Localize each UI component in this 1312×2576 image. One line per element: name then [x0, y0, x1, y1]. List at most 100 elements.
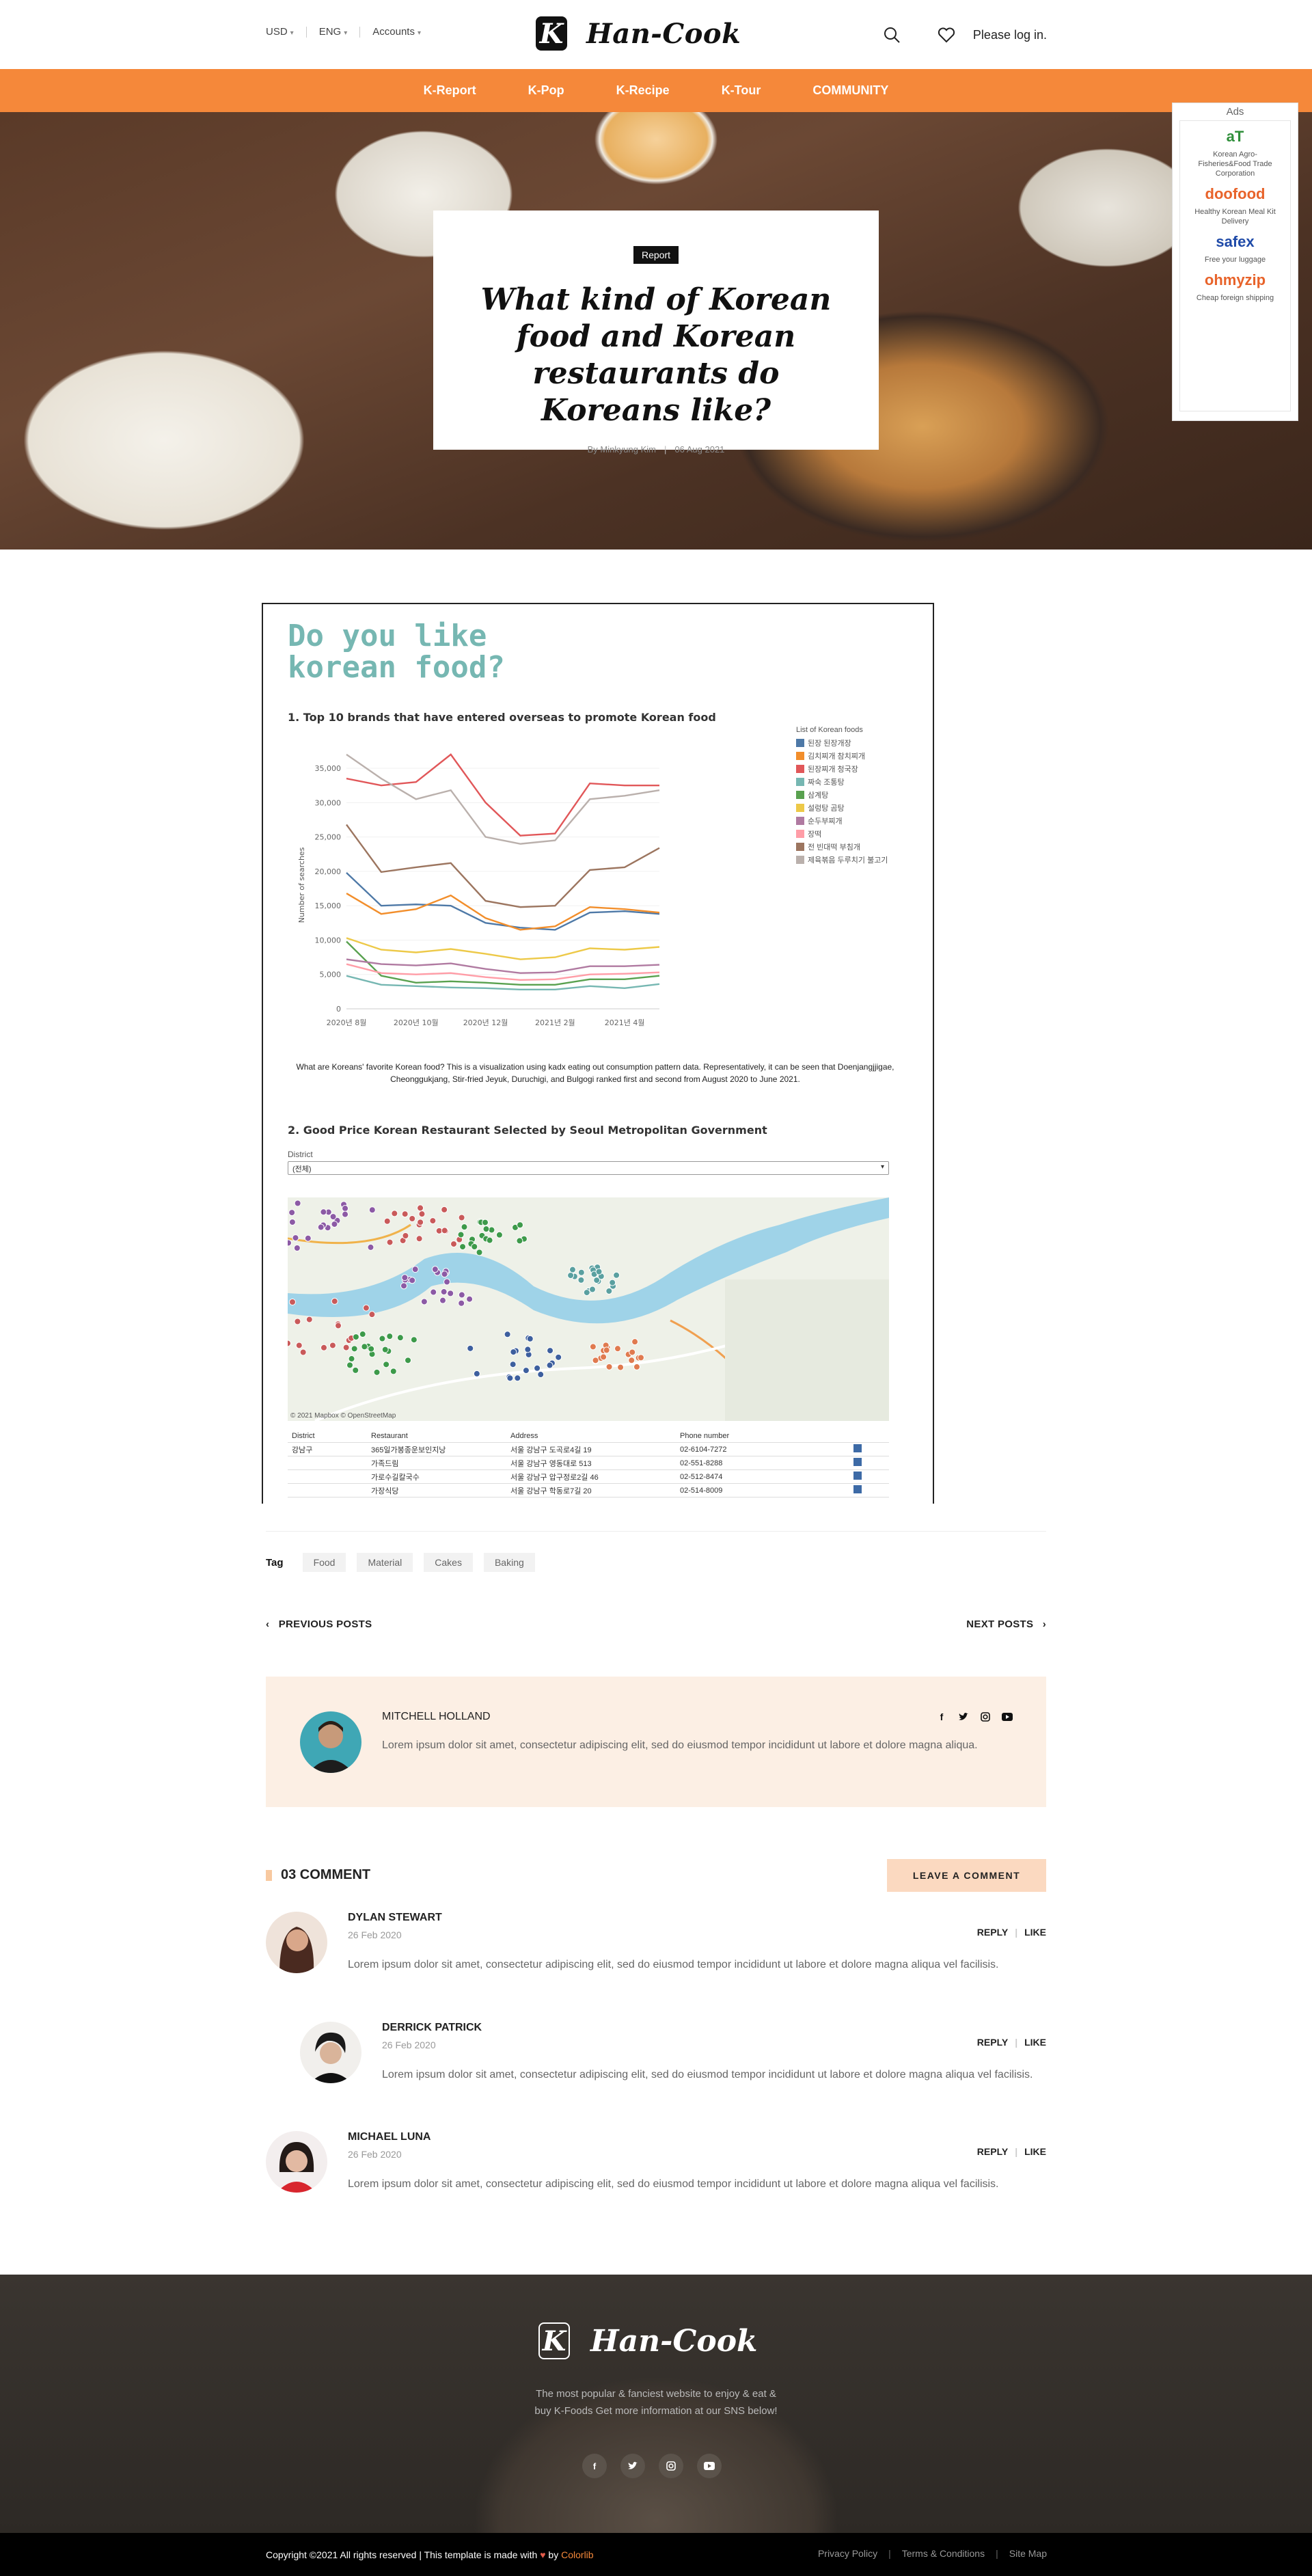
- x-tick-label: 2020년 8월: [327, 1018, 367, 1027]
- restaurant-marker: [569, 1266, 576, 1273]
- site-map-link[interactable]: Site Map: [1009, 2548, 1047, 2559]
- top-bar: USD ▾ ENG ▾ Accounts ▾ K Han-Cook Please lo…: [0, 0, 1312, 69]
- article-author: By Minkyung Kim: [587, 444, 656, 455]
- commenter-name: MICHAEL LUNA: [348, 2131, 431, 2143]
- reply-button[interactable]: REPLY: [977, 1927, 1008, 1938]
- series-line: [346, 753, 659, 837]
- restaurant-marker: [555, 1353, 562, 1361]
- like-button[interactable]: LIKE: [1024, 2146, 1046, 2157]
- restaurant-marker: [537, 1371, 545, 1379]
- restaurant-marker: [415, 1235, 423, 1243]
- colorlib-link[interactable]: Colorlib: [561, 2549, 593, 2560]
- nav-k-report[interactable]: K-Report: [398, 83, 502, 98]
- restaurant-marker: [637, 1354, 644, 1361]
- like-button[interactable]: LIKE: [1024, 2037, 1046, 2048]
- nav-k-recipe[interactable]: K-Recipe: [590, 83, 696, 98]
- tag-item[interactable]: Food: [302, 1553, 346, 1572]
- restaurant-marker: [588, 1286, 596, 1293]
- twitter-icon[interactable]: [620, 2454, 645, 2478]
- restaurant-marker: [342, 1205, 349, 1212]
- twitter-icon[interactable]: [957, 1711, 970, 1723]
- accounts-menu[interactable]: Accounts ▾: [372, 26, 421, 38]
- legend-item[interactable]: 된장찌개 청국장: [796, 762, 888, 775]
- terms-link[interactable]: Terms & Conditions: [902, 2548, 985, 2559]
- heart-icon[interactable]: [935, 23, 958, 46]
- tag-item[interactable]: Baking: [483, 1553, 535, 1572]
- legend-swatch: [796, 816, 804, 825]
- facebook-icon[interactable]: f: [935, 1711, 948, 1723]
- author-avatar: [300, 1711, 361, 1773]
- restaurant-marker: [329, 1213, 337, 1221]
- leave-comment-button[interactable]: LEAVE A COMMENT: [887, 1859, 1046, 1892]
- next-posts-link[interactable]: NEXT POSTS ›: [966, 1618, 1046, 1630]
- restaurant-marker: [458, 1214, 465, 1221]
- restaurant-marker: [334, 1322, 342, 1329]
- table-row[interactable]: 가로수길칼국수 서울 강남구 압구정로2길 46 02-512-8474: [288, 1470, 889, 1484]
- district-select[interactable]: (전체) ▾: [288, 1161, 889, 1175]
- nav-k-pop[interactable]: K-Pop: [502, 83, 590, 98]
- login-link[interactable]: Please log in.: [973, 28, 1047, 42]
- tag-item[interactable]: Material: [357, 1553, 413, 1572]
- ad-item[interactable]: ohmyzip Cheap foreign shipping: [1180, 265, 1290, 303]
- restaurant-marker: [342, 1210, 349, 1218]
- chevron-down-icon: ▾: [344, 29, 348, 37]
- site-logo[interactable]: K Han-Cook: [536, 16, 741, 51]
- legend-item[interactable]: 순두부찌개: [796, 814, 888, 827]
- restaurant-marker: [359, 1331, 366, 1338]
- ad-item[interactable]: safex Free your luggage: [1180, 226, 1290, 265]
- table-row[interactable]: 가족드림 서울 강남구 영동대로 513 02-551-8288: [288, 1456, 889, 1470]
- cell-address: 서울 강남구 영동대로 513: [510, 1459, 592, 1468]
- legend-item[interactable]: 된장 된장개장: [796, 736, 888, 749]
- previous-posts-link[interactable]: ‹ PREVIOUS POSTS: [266, 1618, 372, 1630]
- legend-label: 김치찌개 참치찌개: [808, 752, 866, 761]
- legend-item[interactable]: 김치찌개 참치찌개: [796, 749, 888, 762]
- restaurant-marker: [367, 1243, 374, 1251]
- legend-swatch: [796, 751, 804, 760]
- restaurant-marker: [577, 1269, 585, 1276]
- instagram-icon[interactable]: [659, 2454, 683, 2478]
- like-button[interactable]: LIKE: [1024, 1927, 1046, 1938]
- ad-item[interactable]: doofood Healthy Korean Meal Kit Delivery: [1180, 178, 1290, 226]
- instagram-icon[interactable]: [979, 1711, 992, 1723]
- restaurant-marker: [331, 1221, 338, 1228]
- chart-legend: List of Korean foods 된장 된장개장 김치찌개 참치찌개 된장찌…: [796, 726, 888, 866]
- tag-item[interactable]: Cakes: [424, 1553, 473, 1572]
- legend-item[interactable]: 삼계탕: [796, 788, 888, 801]
- language-select[interactable]: ENG ▾: [319, 26, 348, 38]
- nav-k-tour[interactable]: K-Tour: [696, 83, 787, 98]
- reply-button[interactable]: REPLY: [977, 2037, 1008, 2048]
- restaurant-marker: [458, 1299, 465, 1307]
- restaurant-map[interactable]: © 2021 Mapbox © OpenStreetMap: [288, 1197, 889, 1421]
- legend-item[interactable]: 제육볶음 두루치기 불고기: [796, 853, 888, 866]
- currency-select[interactable]: USD ▾: [266, 26, 294, 38]
- tableau-embed[interactable]: Do you like korean food? 1. Top 10 brands…: [262, 603, 934, 1504]
- footer-logo[interactable]: K Han-Cook: [538, 2322, 758, 2359]
- search-icon[interactable]: [880, 23, 903, 46]
- commenter-avatar: [266, 2131, 327, 2193]
- restaurant-marker: [628, 1357, 636, 1364]
- comment-date: 26 Feb 2020: [382, 2039, 436, 2050]
- table-row[interactable]: 강남구 365일가봉종운보인지낭 서울 강남구 도곡로4길 19 02-6104…: [288, 1443, 889, 1456]
- category-badge[interactable]: Report: [633, 246, 679, 264]
- legend-item[interactable]: 짜숙 조통탕: [796, 775, 888, 788]
- legend-item[interactable]: 설렁탕 곰탕: [796, 801, 888, 814]
- currency-label: USD: [266, 26, 288, 38]
- privacy-policy-link[interactable]: Privacy Policy: [818, 2548, 877, 2559]
- legend-item[interactable]: 전 빈대떡 부침개: [796, 840, 888, 853]
- facebook-icon[interactable]: f: [582, 2454, 607, 2478]
- restaurant-marker: [526, 1335, 534, 1342]
- restaurant-marker: [510, 1348, 517, 1356]
- reply-button[interactable]: REPLY: [977, 2146, 1008, 2157]
- legend-item[interactable]: 장떡: [796, 827, 888, 840]
- youtube-icon[interactable]: [697, 2454, 722, 2478]
- restaurant-marker: [317, 1223, 325, 1231]
- ad-item[interactable]: aT Korean Agro-Fisheries&Food Trade Corp…: [1180, 121, 1290, 178]
- language-label: ENG: [318, 26, 342, 38]
- row-marker: [853, 1458, 862, 1466]
- cell-district: 강남구: [292, 1446, 313, 1454]
- youtube-icon[interactable]: [1001, 1711, 1013, 1723]
- restaurant-marker: [294, 1318, 301, 1325]
- nav-community[interactable]: COMMUNITY: [787, 83, 914, 98]
- line-chart[interactable]: 0 5,000 10,000 15,000 20,000 25,000 30,000 35,0…: [290, 749, 796, 1043]
- table-row[interactable]: 가장식당 서울 강남구 학동로7길 20 02-514-8009: [288, 1484, 889, 1497]
